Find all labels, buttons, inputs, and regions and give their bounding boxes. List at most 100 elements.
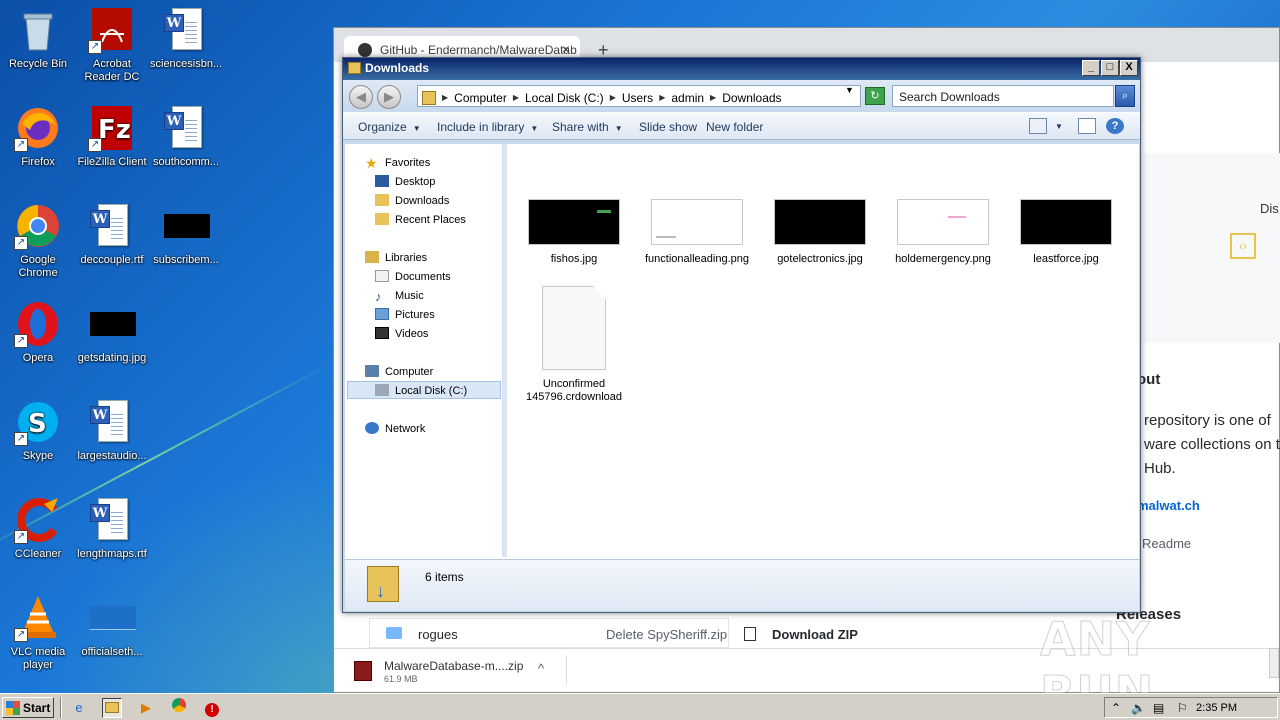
desktop-icon-acrobat[interactable]: ↗ Acrobat Reader DC: [74, 6, 150, 84]
breadcrumb-users[interactable]: Users: [622, 91, 653, 105]
chevron-up-icon[interactable]: ⌃: [1111, 701, 1121, 715]
readme-link[interactable]: Readme: [1142, 536, 1191, 551]
back-button[interactable]: ◀: [349, 85, 373, 109]
search-icon[interactable]: ⌕: [1115, 85, 1135, 107]
desktop-icon-deccouple[interactable]: W deccouple.rtf: [74, 202, 150, 267]
nav-item-desktop[interactable]: Desktop: [375, 173, 435, 191]
search-input[interactable]: Search Downloads: [892, 85, 1114, 107]
chevron-right-icon[interactable]: ▶: [659, 93, 665, 102]
desktop-icon-opera[interactable]: ↗ Opera: [0, 300, 76, 365]
desktop-icon-lengthmaps[interactable]: W lengthmaps.rtf: [74, 496, 150, 561]
breadcrumb-local-disk[interactable]: Local Disk (C:): [525, 91, 604, 105]
nav-item-favorites[interactable]: ★ Favorites: [365, 154, 430, 172]
desktop-icon-vlc[interactable]: ↗ VLC media player: [0, 594, 76, 672]
preview-pane-icon[interactable]: [1078, 118, 1096, 134]
chevron-right-icon[interactable]: ▶: [442, 93, 448, 102]
nav-item-label: Network: [385, 423, 426, 435]
explorer-title-bar[interactable]: Downloads _ □ X: [343, 58, 1140, 80]
tab-close-button[interactable]: ×: [562, 41, 570, 57]
close-button[interactable]: X: [1120, 60, 1138, 76]
explorer-window[interactable]: Downloads _ □ X ◀ ▶ ▶ Computer ▶ Local D…: [342, 57, 1141, 613]
desktop-icon-label: deccouple.rtf: [80, 254, 144, 266]
desktop-icon-recycle-bin[interactable]: Recycle Bin: [0, 6, 76, 71]
nav-item-documents[interactable]: Documents: [375, 268, 451, 286]
desktop-icon-largestaudio[interactable]: W largestaudio...: [74, 398, 150, 463]
start-button[interactable]: Start: [2, 697, 54, 718]
nav-item-music[interactable]: ♪ Music: [375, 287, 424, 305]
desktop-icon-southcomm[interactable]: W southcomm...: [148, 104, 224, 169]
desktop-icon-getsdating[interactable]: getsdating.jpg: [74, 300, 150, 365]
stop-icon[interactable]: !: [202, 698, 222, 718]
chevron-right-icon[interactable]: ▶: [610, 93, 616, 102]
download-zip-button[interactable]: Download ZIP: [744, 627, 858, 642]
file-list-row[interactable]: rogues Delete SpySheriff.zip: [369, 618, 729, 648]
details-pane: ↓ 6 items: [345, 559, 1139, 611]
chevron-up-icon[interactable]: ^: [538, 661, 544, 676]
computer-icon: [365, 365, 379, 377]
word-doc-icon: W: [88, 398, 136, 446]
file-item[interactable]: fishos.jpg: [519, 199, 629, 266]
shortcut-arrow-icon: ↗: [14, 530, 28, 544]
file-row-commit-message[interactable]: Delete SpySheriff.zip: [606, 627, 727, 642]
help-icon[interactable]: ?: [1106, 118, 1124, 134]
desktop-icon-ccleaner[interactable]: ↗ CCleaner: [0, 496, 76, 561]
breadcrumb-downloads[interactable]: Downloads: [722, 91, 781, 105]
maximize-button[interactable]: □: [1101, 60, 1119, 76]
chevron-right-icon[interactable]: ▶: [513, 93, 519, 102]
chevron-down-icon[interactable]: ▼: [845, 85, 854, 95]
file-item[interactable]: gotelectronics.jpg: [765, 199, 875, 266]
nav-item-videos[interactable]: Videos: [375, 325, 428, 343]
file-item[interactable]: functionalleading.png: [642, 199, 752, 266]
clock[interactable]: 2:35 PM: [1196, 702, 1237, 714]
desktop-icon-sciencesisbn[interactable]: W sciencesisbn...: [148, 6, 224, 71]
volume-icon[interactable]: 🔈: [1131, 701, 1146, 715]
download-size: 61.9 MB: [384, 674, 418, 684]
internet-explorer-icon[interactable]: e: [69, 698, 89, 718]
nav-item-libraries[interactable]: Libraries: [365, 249, 427, 267]
file-item[interactable]: leastforce.jpg: [1011, 199, 1121, 266]
breadcrumb-computer[interactable]: Computer: [454, 91, 507, 105]
minimize-button[interactable]: _: [1082, 60, 1100, 76]
shortcut-arrow-icon: ↗: [14, 138, 28, 152]
nav-item-computer[interactable]: Computer: [365, 363, 433, 381]
chevron-down-icon[interactable]: ▼: [1055, 122, 1073, 138]
file-row-name[interactable]: rogues: [418, 627, 458, 642]
image-thumb-icon: [88, 300, 136, 348]
media-player-icon[interactable]: ▶: [136, 698, 156, 718]
file-name: holdemergency.png: [895, 253, 991, 265]
desktop-icon-chrome[interactable]: ↗ Google Chrome: [0, 202, 76, 280]
nav-item-label: Documents: [395, 271, 451, 283]
website-link[interactable]: malwat.ch: [1137, 498, 1200, 513]
refresh-button[interactable]: ↻: [865, 87, 885, 105]
network-tray-icon[interactable]: ▤: [1153, 701, 1164, 715]
organize-menu[interactable]: Organize ▼: [358, 120, 421, 134]
nav-item-local-disk[interactable]: Local Disk (C:): [347, 381, 501, 399]
slide-show-button[interactable]: Slide show: [639, 120, 697, 134]
desktop-icon-filezilla[interactable]: Fz ↗ FileZilla Client: [74, 104, 150, 169]
share-with-menu[interactable]: Share with ▼: [552, 120, 623, 134]
desktop-icon-firefox[interactable]: ↗ Firefox: [0, 104, 76, 169]
file-item[interactable]: Unconfirmed 145796.crdownload: [519, 286, 629, 404]
breadcrumb-admin[interactable]: admin: [671, 91, 704, 105]
chevron-right-icon[interactable]: ▶: [710, 93, 716, 102]
desktop-icon-officialseth[interactable]: officialseth...: [74, 594, 150, 659]
download-item[interactable]: MalwareDatabase-m....zip 61.9 MB ^: [354, 657, 566, 687]
new-folder-button[interactable]: New folder: [706, 120, 763, 134]
address-bar[interactable]: ▶ Computer ▶ Local Disk (C:) ▶ Users ▶ a…: [417, 85, 861, 107]
forward-button[interactable]: ▶: [377, 85, 401, 109]
nav-item-recent-places[interactable]: Recent Places: [375, 211, 466, 229]
nav-item-pictures[interactable]: Pictures: [375, 306, 435, 324]
nav-item-downloads[interactable]: Downloads: [375, 192, 449, 210]
nav-item-label: Computer: [385, 366, 434, 378]
file-item[interactable]: holdemergency.png: [888, 199, 998, 266]
nav-item-network[interactable]: Network: [365, 420, 425, 438]
include-in-library-menu[interactable]: Include in library ▼: [437, 120, 538, 134]
desktop-icon-subscribem[interactable]: subscribem...: [148, 202, 224, 267]
change-view-icon[interactable]: [1029, 118, 1047, 134]
opera-icon: ↗: [14, 300, 62, 348]
explorer-taskbar-icon[interactable]: [102, 698, 122, 718]
desktop-icon-skype[interactable]: S ↗ Skype: [0, 398, 76, 463]
chrome-taskbar-icon[interactable]: [169, 698, 189, 718]
action-center-flag-icon[interactable]: ⚐: [1177, 701, 1188, 715]
desktop-icon-label: Opera: [22, 352, 54, 364]
